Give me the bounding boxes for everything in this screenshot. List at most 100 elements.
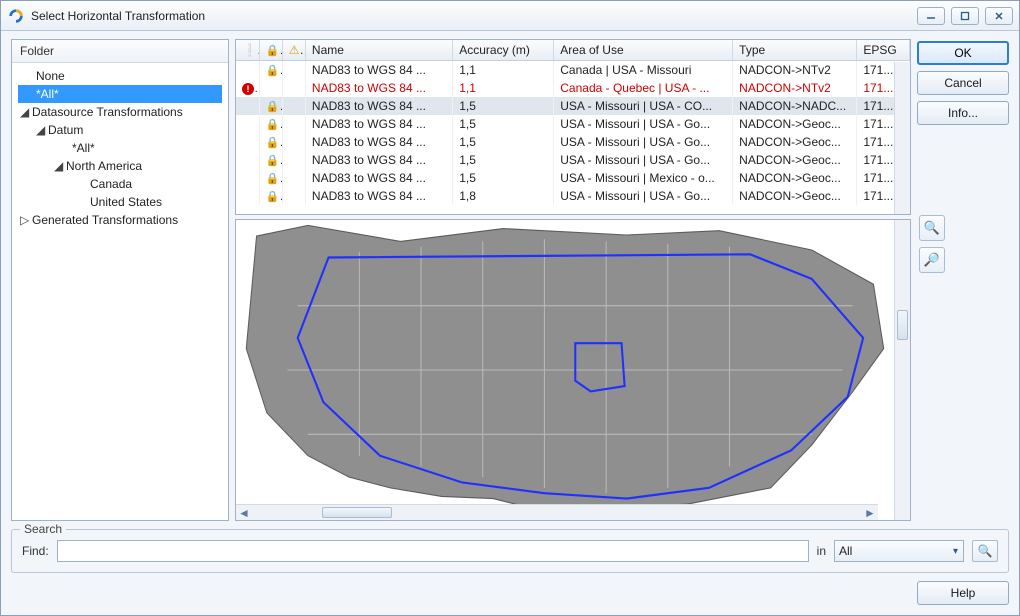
tree-expand-icon[interactable]: ▷ — [20, 212, 32, 228]
help-button[interactable]: Help — [917, 581, 1009, 605]
find-input[interactable] — [57, 540, 809, 562]
lock-icon: 🔒 — [266, 135, 283, 149]
col-warn[interactable]: ⚠ — [282, 40, 305, 61]
lock-icon: 🔒 — [266, 99, 283, 113]
col-lock[interactable]: 🔒 — [259, 40, 282, 61]
cell-type: NADCON->Geoc... — [733, 115, 857, 133]
cell-area: USA - Missouri | USA - Go... — [554, 133, 733, 151]
table-row[interactable]: !NAD83 to WGS 84 ...1,1Canada - Quebec |… — [236, 79, 910, 97]
tree-item-datasource-transformations[interactable]: ◢Datasource Transformations — [18, 103, 222, 121]
right-button-panel: OK Cancel Info... — [917, 39, 1009, 521]
warn-header-icon: ⚠ — [289, 43, 306, 57]
search-scope-value: All — [839, 544, 852, 558]
ok-button[interactable]: OK — [917, 41, 1009, 65]
folder-tree[interactable]: None *All* ◢Datasource Transformations ◢… — [12, 63, 228, 520]
cell-type: NADCON->Geoc... — [733, 151, 857, 169]
table-row[interactable]: 🔒NAD83 to WGS 84 ...1,5USA - Missouri | … — [236, 151, 910, 169]
map-horizontal-scrollbar[interactable]: ◄ ► — [236, 504, 878, 520]
table-row[interactable]: 🔒NAD83 to WGS 84 ...1,5USA - Missouri | … — [236, 133, 910, 151]
table-scrollbar[interactable] — [894, 62, 910, 214]
cell-type: NADCON->Geoc... — [733, 187, 857, 205]
table-row[interactable]: 🔒NAD83 to WGS 84 ...1,5USA - Missouri | … — [236, 115, 910, 133]
tree-item-datum[interactable]: ◢Datum — [18, 121, 222, 139]
cell-name: NAD83 to WGS 84 ... — [305, 79, 452, 97]
bottom-row: Help — [11, 581, 1009, 605]
tree-item-generated-transformations[interactable]: ▷Generated Transformations — [18, 211, 222, 229]
col-accuracy[interactable]: Accuracy (m) — [453, 40, 554, 61]
scroll-right-icon[interactable]: ► — [862, 505, 878, 520]
table-header-row[interactable]: ❕ 🔒 ⚠ Name Accuracy (m) Area of Use Type… — [236, 40, 910, 61]
cell-accuracy: 1,1 — [453, 61, 554, 80]
map-canvas[interactable]: ◄ ► — [236, 220, 894, 520]
cell-accuracy: 1,5 — [453, 169, 554, 187]
tree-item-none[interactable]: None — [18, 67, 222, 85]
search-legend: Search — [20, 522, 66, 536]
col-name[interactable]: Name — [305, 40, 452, 61]
tree-item-usa[interactable]: United States — [18, 193, 222, 211]
cell-name: NAD83 to WGS 84 ... — [305, 61, 452, 80]
folder-header: Folder — [12, 40, 228, 63]
cell-accuracy: 1,5 — [453, 151, 554, 169]
search-scope-select[interactable]: All — [834, 540, 964, 562]
cell-accuracy: 1,5 — [453, 133, 554, 151]
dialog-window: Select Horizontal Transformation Folder … — [0, 0, 1020, 616]
table-row[interactable]: 🔒 NAD83 to WGS 84 ...1,8USA - Missouri | … — [236, 187, 910, 205]
alert-icon: ! — [242, 83, 254, 95]
cell-area: USA - Missouri | USA - CO... — [554, 97, 733, 115]
search-panel: Search Find: in All 🔍 — [11, 529, 1009, 573]
tree-collapse-icon[interactable]: ◢ — [54, 158, 66, 174]
cancel-button[interactable]: Cancel — [917, 71, 1009, 95]
cell-type: NADCON->NTv2 — [733, 61, 857, 80]
tree-item-all[interactable]: *All* — [18, 85, 222, 103]
tree-item-datum-all[interactable]: *All* — [18, 139, 222, 157]
cell-name: NAD83 to WGS 84 ... — [305, 187, 452, 205]
find-label: Find: — [22, 544, 49, 558]
window-controls — [917, 7, 1013, 25]
map-vertical-scrollbar[interactable] — [894, 220, 910, 520]
col-area[interactable]: Area of Use — [554, 40, 733, 61]
upper-area: Folder None *All* ◢Datasource Transforma… — [11, 39, 1009, 521]
cell-accuracy: 1,5 — [453, 97, 554, 115]
maximize-button[interactable] — [951, 7, 979, 25]
scroll-thumb[interactable] — [322, 507, 392, 518]
cell-area: Canada - Quebec | USA - ... — [554, 79, 733, 97]
tree-item-north-america[interactable]: ◢North America — [18, 157, 222, 175]
cell-type: NADCON->NADC... — [733, 97, 857, 115]
transformations-table: ❕ 🔒 ⚠ Name Accuracy (m) Area of Use Type… — [235, 39, 911, 215]
content-area: Folder None *All* ◢Datasource Transforma… — [1, 31, 1019, 615]
cell-name: NAD83 to WGS 84 ... — [305, 169, 452, 187]
col-epsg[interactable]: EPSG — [857, 40, 910, 61]
center-panel: ❕ 🔒 ⚠ Name Accuracy (m) Area of Use Type… — [235, 39, 911, 521]
cell-name: NAD83 to WGS 84 ... — [305, 97, 452, 115]
lock-icon: 🔒 — [266, 171, 283, 185]
app-icon — [7, 7, 25, 25]
tree-collapse-icon[interactable]: ◢ — [36, 122, 48, 138]
cell-name: NAD83 to WGS 84 ... — [305, 151, 452, 169]
scroll-left-icon[interactable]: ◄ — [236, 505, 252, 520]
cell-area: USA - Missouri | Mexico - o... — [554, 169, 733, 187]
lock-icon: 🔒 — [266, 117, 283, 131]
table-row[interactable]: 🔒 NAD83 to WGS 84 ...1,5USA - Missouri | … — [236, 97, 910, 115]
search-icon: 🔍 — [978, 544, 993, 558]
folder-panel: Folder None *All* ◢Datasource Transforma… — [11, 39, 229, 521]
cell-type: NADCON->Geoc... — [733, 169, 857, 187]
in-label: in — [817, 544, 826, 558]
search-button[interactable]: 🔍 — [972, 540, 998, 562]
close-button[interactable] — [985, 7, 1013, 25]
cell-area: USA - Missouri | USA - Go... — [554, 151, 733, 169]
scroll-thumb[interactable] — [897, 310, 908, 340]
table-row[interactable]: 🔒 NAD83 to WGS 84 ...1,5USA - Missouri | … — [236, 169, 910, 187]
titlebar: Select Horizontal Transformation — [1, 1, 1019, 31]
cell-area: USA - Missouri | USA - Go... — [554, 187, 733, 205]
cell-accuracy: 1,8 — [453, 187, 554, 205]
lock-icon: 🔒 — [266, 189, 283, 203]
table-row[interactable]: 🔒NAD83 to WGS 84 ...1,1Canada | USA - Mi… — [236, 61, 910, 80]
cell-area: Canada | USA - Missouri — [554, 61, 733, 80]
info-button[interactable]: Info... — [917, 101, 1009, 125]
cell-area: USA - Missouri | USA - Go... — [554, 115, 733, 133]
tree-collapse-icon[interactable]: ◢ — [20, 104, 32, 120]
minimize-button[interactable] — [917, 7, 945, 25]
col-type[interactable]: Type — [733, 40, 857, 61]
col-alert[interactable]: ❕ — [236, 40, 259, 61]
tree-item-canada[interactable]: Canada — [18, 175, 222, 193]
